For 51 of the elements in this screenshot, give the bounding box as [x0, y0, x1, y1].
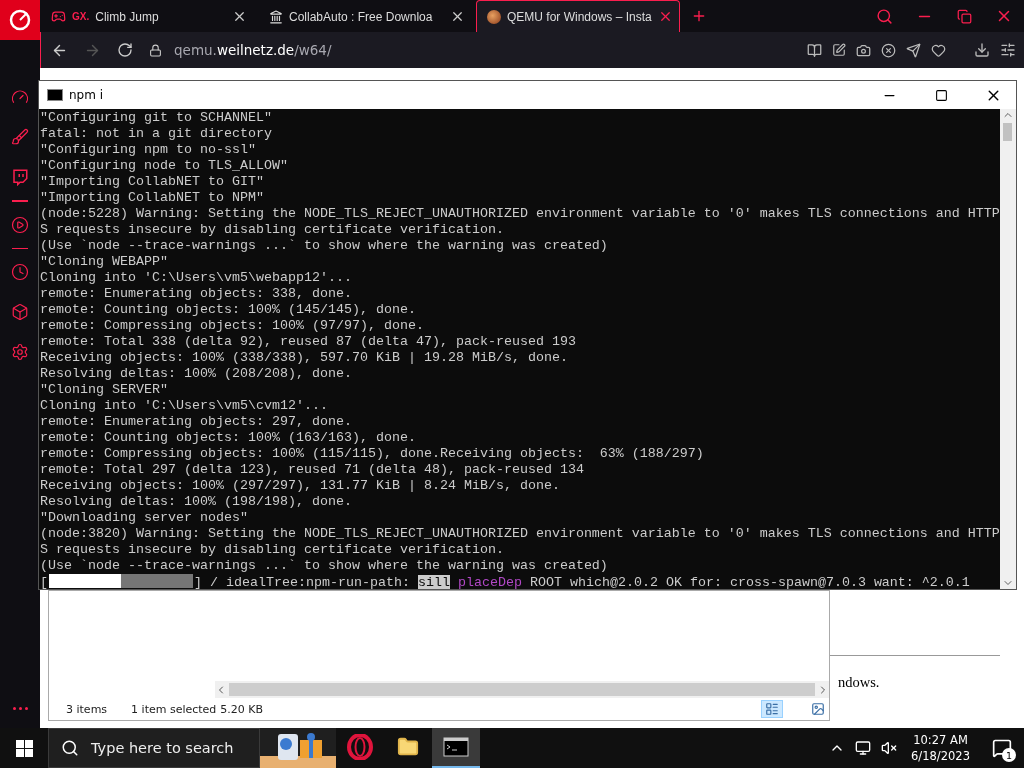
selection-size: 5.20 KB: [220, 702, 264, 716]
item-count: 3 items: [66, 702, 108, 716]
console-line: remote: Counting objects: 100% (145/145), done.: [40, 302, 417, 318]
console-line: (node:3820) Warning: Setting the NODE_TLS_REJECT_UNAUTHORIZED environment variable to '0' makes TLS connections and HTTP: [40, 526, 1000, 542]
browser-tab[interactable]: GX. Climb Jump: [40, 0, 254, 32]
console-line: remote: Compressing objects: 100% (115/115), done.Receiving objects: 63% (188/297): [40, 446, 705, 462]
console-line: fatal: not in a git directory: [40, 126, 273, 142]
console-line: "Configuring git to SCHANNEL": [40, 110, 273, 126]
clock[interactable]: 10:27 AM 6/18/2023: [911, 732, 970, 764]
log-message: ROOT which@2.0.2 OK for: cross-spawn@7.0.3 want: ^2.0.1: [529, 575, 970, 589]
log-topic: placeDep: [457, 575, 522, 589]
page-text: ndows.: [838, 674, 881, 691]
console-line: "Cloning WEBAPP": [40, 254, 169, 270]
console-line: Receiving objects: 100% (297/297), 131.77 KiB | 8.24 MiB/s, done.: [40, 478, 561, 494]
console-line: remote: Compressing objects: 100% (97/97), done.: [40, 318, 425, 334]
console-line: S requests insecure by disabling certificate verification.: [40, 222, 505, 238]
tab-title: Climb Jump: [95, 9, 160, 24]
bracket: [: [40, 575, 48, 589]
selection-status: 1 item selected: [131, 702, 217, 716]
tab-title: CollabAuto : Free Downloa: [289, 9, 434, 24]
browser-tab[interactable]: CollabAuto : Free Downloa: [258, 0, 472, 32]
notification-button[interactable]: 1: [990, 736, 1014, 760]
console-line: "Importing CollabNET to GIT": [40, 174, 265, 190]
console-line: "Cloning SERVER": [40, 382, 169, 398]
tab-title: QEMU for Windows – Insta: [507, 9, 652, 24]
console-line: remote: Enumerating objects: 297, done.: [40, 414, 353, 430]
console-line: S requests insecure by disabling certificate verification.: [40, 542, 505, 558]
console-line: Resolving deltas: 100% (208/208), done.: [40, 366, 353, 382]
search-field[interactable]: Type here to search: [48, 728, 260, 768]
notification-count: 1: [1002, 748, 1016, 762]
console-line: "Configuring npm to no-ssl": [40, 142, 257, 158]
console-line: "Configuring node to TLS_ALLOW": [40, 158, 289, 174]
browser-tab[interactable]: QEMU for Windows – Insta: [476, 0, 680, 32]
console-line: Cloning into 'C:\Users\vm5\cvm12'...: [40, 398, 329, 414]
window-title: npm i: [69, 88, 104, 102]
console-line: remote: Counting objects: 100% (163/163), done.: [40, 430, 417, 446]
console-line: (node:5228) Warning: Setting the NODE_TLS_REJECT_UNAUTHORIZED environment variable to '0' makes TLS connections and HTTP: [40, 206, 1000, 222]
progress-text: ] / idealTree:npm-run-path:: [194, 575, 410, 589]
console-line: Cloning into 'C:\Users\vm5\webapp12'...: [40, 270, 353, 286]
console-line: (Use `node --trace-warnings ...` to show where the warning was created): [40, 238, 609, 254]
console-line: (Use `node --trace-warnings ...` to show where the warning was created): [40, 558, 609, 574]
tab-favicon-text: GX.: [72, 11, 90, 22]
console-line: remote: Total 297 (delta 123), reused 71 (delta 48), pack-reused 134: [40, 462, 585, 478]
console-line: remote: Enumerating objects: 338, done.: [40, 286, 353, 302]
address-url[interactable]: qemu.weilnetz.de/w64/: [174, 42, 332, 58]
console-line: remote: Total 338 (delta 92), reused 87 (delta 47), pack-reused 193: [40, 334, 577, 350]
log-level: sill: [417, 575, 450, 589]
console-line: Resolving deltas: 100% (198/198), done.: [40, 494, 353, 510]
console-line: "Importing CollabNET to NPM": [40, 190, 265, 206]
console-line: Receiving objects: 100% (338/338), 597.70 KiB | 19.28 MiB/s, done.: [40, 350, 569, 366]
console-line: "Downloading server nodes": [40, 510, 249, 526]
